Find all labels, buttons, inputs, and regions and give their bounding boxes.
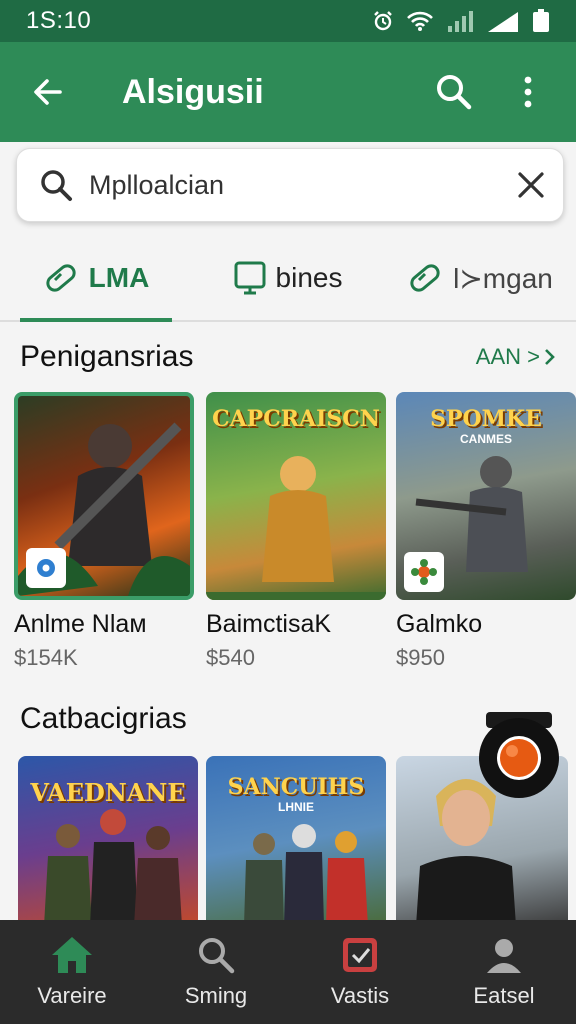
see-all-label: AAN >	[475, 344, 540, 369]
tab-bines[interactable]: bines	[192, 236, 384, 320]
hero-illustration	[206, 456, 386, 600]
search-field[interactable]: Mplloalcian	[16, 148, 564, 222]
nav-item-home[interactable]: Vareire	[0, 920, 144, 1024]
game-card[interactable]: SANCUIHS LHNIE	[206, 756, 386, 926]
app-badge	[26, 548, 66, 588]
group-illustration	[44, 809, 182, 926]
game-title: Anlme Nlaм	[14, 610, 147, 638]
tab-third[interactable]: Ɩ≻mgan	[384, 236, 576, 320]
search-icon	[437, 75, 472, 110]
game-thumbnail: VAEDNANE	[18, 756, 198, 926]
game-title: BaimctisaK	[206, 610, 332, 638]
flower-icon	[411, 559, 437, 585]
game-card[interactable]: CAPCRAISCN BaimctisaK $540	[206, 392, 386, 671]
gear-icon	[37, 559, 55, 577]
back-button[interactable]	[24, 68, 72, 116]
checkbox-icon	[343, 938, 377, 972]
search-icon	[199, 938, 235, 974]
status-time: 1S:10	[26, 7, 92, 34]
section-title-categories: Catbacigrias	[20, 702, 187, 735]
app-search-button[interactable]	[430, 68, 478, 116]
game-thumbnail: CAPCRAISCN	[206, 392, 386, 600]
tab-lma[interactable]: LMA	[0, 236, 192, 322]
tab-label: bines	[275, 262, 343, 293]
clear-icon[interactable]	[517, 171, 545, 199]
back-arrow-icon	[34, 79, 62, 105]
game-thumbnail: SANCUIHS LHNIE	[206, 756, 386, 926]
section-title-featured: Penigansrias	[20, 340, 194, 373]
game-price: $950	[396, 645, 445, 670]
wifi-icon	[407, 11, 433, 31]
nav-item-search[interactable]: Sming	[144, 920, 288, 1024]
pill-icon	[46, 264, 76, 292]
see-all-link[interactable]: AAN >	[476, 344, 556, 370]
tab-label: Ɩ≻mgan	[453, 262, 553, 294]
tab-bar: LMA bines Ɩ≻mgan	[0, 236, 576, 322]
group-illustration	[244, 824, 368, 926]
signal-icon	[448, 11, 473, 32]
more-vert-icon	[524, 76, 532, 108]
chevron-right-icon	[545, 349, 555, 365]
status-bar: 1S:10	[0, 0, 576, 42]
battery-icon	[533, 9, 549, 32]
nav-item-tasks[interactable]: Vastis	[288, 920, 432, 1024]
nav-label: Eatsel	[473, 983, 535, 1008]
game-card[interactable]: VAEDNANE	[18, 756, 198, 926]
game-card[interactable]: Anlme Nlaм $154K	[14, 392, 194, 671]
home-icon	[52, 937, 92, 973]
game-thumbnail	[14, 392, 194, 600]
game-thumbnail: SPOMKE CANMES	[396, 392, 576, 600]
app-title: Alsigusii	[122, 72, 264, 111]
record-fab[interactable]	[478, 708, 560, 800]
more-options-button[interactable]	[504, 68, 552, 116]
camera-record-icon	[479, 712, 559, 798]
tab-label: LMA	[88, 262, 150, 293]
game-price: $154K	[14, 645, 78, 670]
game-card[interactable]: SPOMKE CANMES Galmko $950	[396, 392, 576, 671]
search-icon	[41, 170, 72, 201]
nav-label: Sming	[184, 983, 248, 1008]
app-bar: Alsigusii	[0, 42, 576, 142]
nav-label: Vastis	[330, 983, 390, 1008]
nav-label: Vareire	[37, 983, 107, 1008]
game-price: $540	[206, 645, 255, 670]
signal-full-icon	[488, 12, 518, 32]
search-input[interactable]: Mplloalcian	[89, 170, 517, 201]
pill-icon	[410, 264, 440, 292]
game-title: Galmko	[396, 610, 483, 638]
monitor-icon	[234, 261, 266, 295]
status-icons	[372, 9, 550, 33]
alarm-icon	[374, 11, 392, 31]
profile-icon	[487, 939, 521, 973]
bottom-navigation: Vareire Sming Vastis Eatsel	[0, 920, 576, 1024]
nav-item-profile[interactable]: Eatsel	[432, 920, 576, 1024]
app-badge	[404, 552, 444, 592]
